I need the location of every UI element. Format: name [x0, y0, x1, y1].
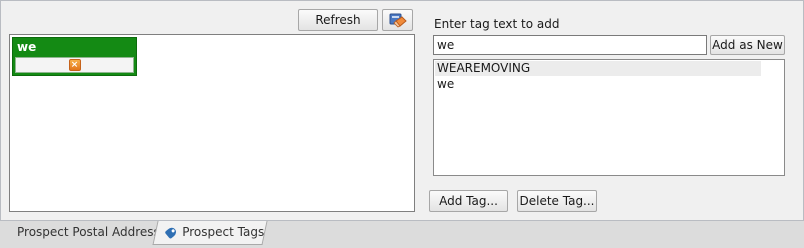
list-item[interactable]: we	[435, 77, 761, 92]
eraser-icon	[389, 13, 407, 28]
tag-text-input[interactable]	[433, 35, 707, 55]
add-tag-button[interactable]: Add Tag...	[429, 190, 508, 212]
remove-tag-button[interactable]: ×	[15, 57, 134, 73]
remove-tag-icon: ×	[68, 59, 81, 71]
list-item[interactable]: WEAREMOVING	[435, 61, 761, 76]
tag-suggestion-list[interactable]: WEAREMOVING we	[433, 59, 785, 176]
tag-icon	[164, 225, 178, 239]
tab-prospect-postal-address[interactable]: Prospect Postal Address	[7, 221, 160, 245]
tab-label: Prospect Postal Address	[17, 225, 160, 239]
eraser-button[interactable]	[382, 9, 413, 31]
delete-tag-button[interactable]: Delete Tag...	[517, 190, 597, 212]
tag-chip-label: we	[17, 40, 37, 54]
tag-chip: we ×	[12, 37, 137, 76]
enter-tag-label: Enter tag text to add	[434, 17, 560, 31]
add-as-new-button[interactable]: Add as New	[710, 35, 785, 55]
tab-label: Prospect Tags	[182, 225, 265, 239]
tab-prospect-tags[interactable]: Prospect Tags	[152, 221, 268, 245]
assigned-tags-area: we ×	[9, 34, 415, 212]
bottom-tab-bar: Prospect Postal Address Prospect Tags	[0, 220, 804, 248]
refresh-button[interactable]: Refresh	[298, 9, 378, 31]
